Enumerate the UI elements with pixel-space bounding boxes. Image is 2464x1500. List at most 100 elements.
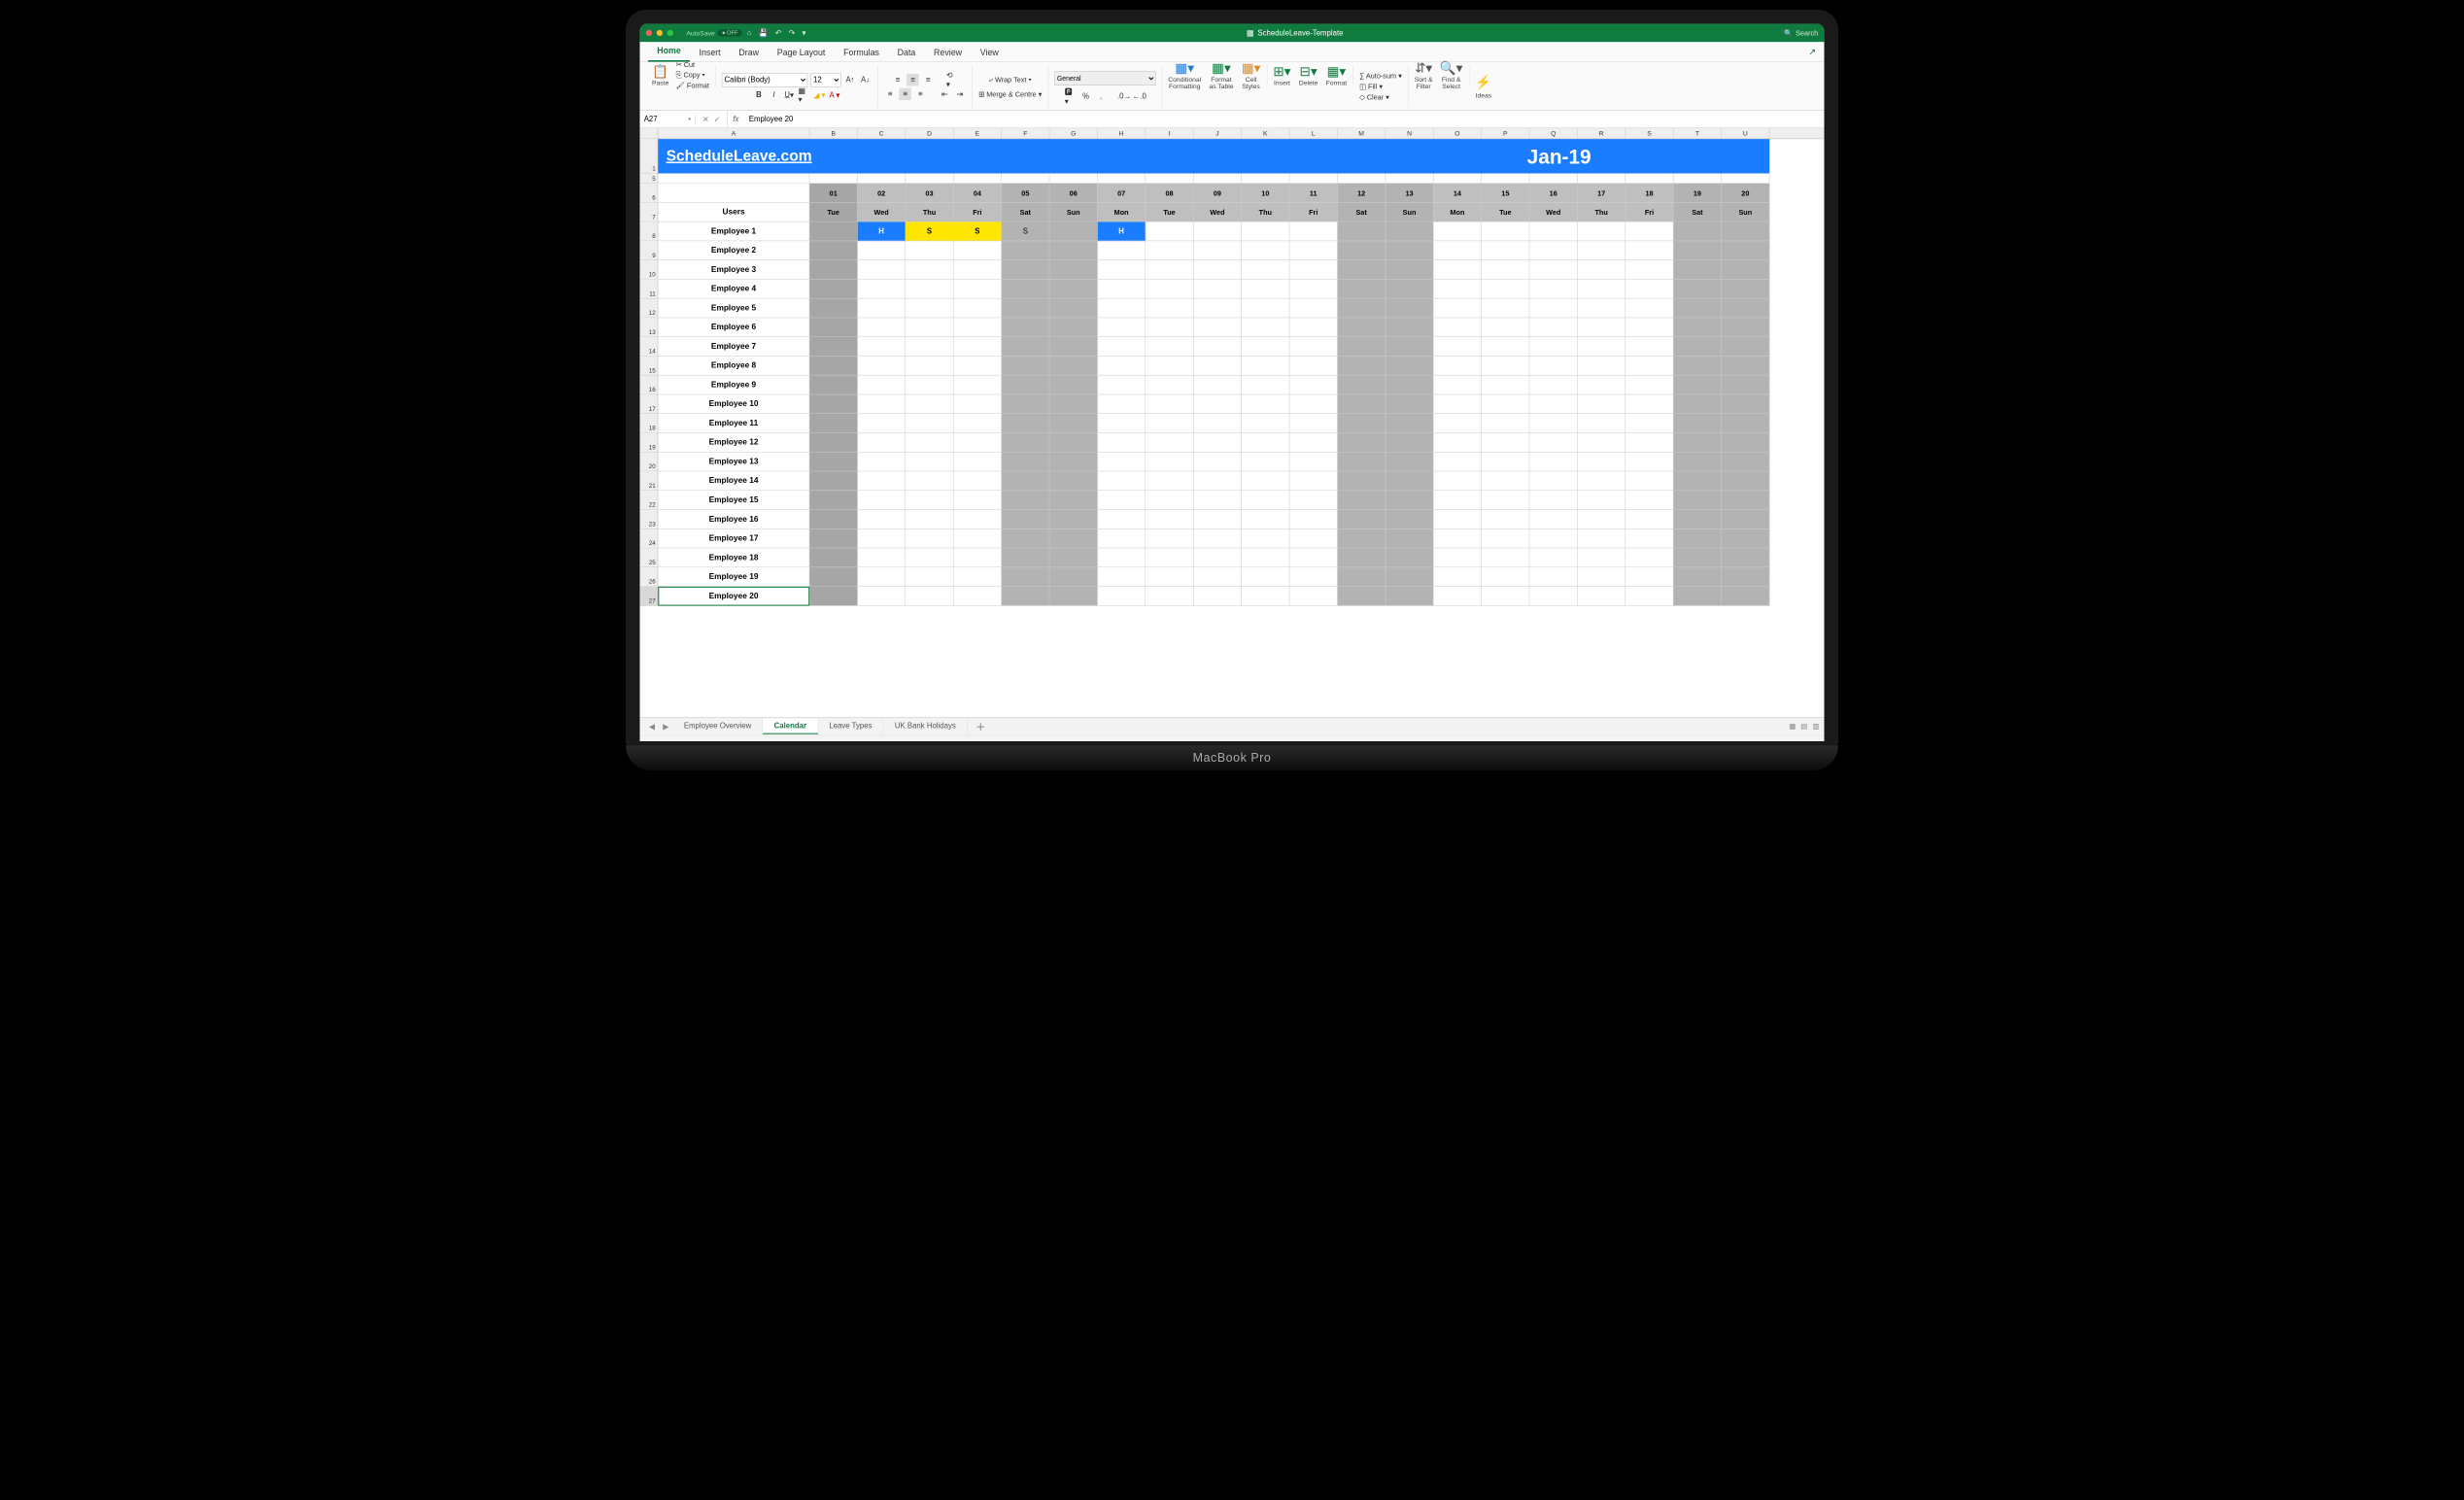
ribbon-tab-review[interactable]: Review (925, 44, 972, 62)
leave-cell[interactable] (1098, 414, 1146, 433)
leave-cell[interactable] (1482, 280, 1529, 299)
leave-cell[interactable] (809, 453, 857, 472)
leave-cell[interactable] (809, 414, 857, 433)
leave-cell[interactable] (1098, 318, 1146, 337)
column-header[interactable]: J (1193, 128, 1241, 139)
leave-cell[interactable] (1529, 280, 1577, 299)
column-header[interactable]: D (906, 128, 953, 139)
leave-cell[interactable] (1626, 241, 1673, 260)
clear-button[interactable]: ◇ Clear ▾ (1359, 93, 1389, 102)
leave-cell[interactable] (1002, 318, 1049, 337)
comma-icon[interactable]: , (1095, 90, 1107, 102)
fill-button[interactable]: ◫ Fill ▾ (1359, 83, 1383, 91)
leave-cell[interactable] (953, 318, 1001, 337)
column-header[interactable]: C (858, 128, 906, 139)
leave-cell[interactable] (809, 375, 857, 394)
row-header[interactable]: 26 (640, 567, 659, 587)
leave-cell[interactable] (1578, 280, 1626, 299)
fill-color-button[interactable]: ◢ ▾ (813, 88, 825, 100)
leave-cell[interactable] (953, 529, 1001, 549)
find-select-icon[interactable]: 🔍▾ (1440, 60, 1463, 76)
leave-cell[interactable] (1386, 222, 1433, 241)
column-header[interactable]: K (1242, 128, 1289, 139)
column-header[interactable]: T (1673, 128, 1721, 139)
leave-cell[interactable] (906, 510, 953, 529)
leave-cell[interactable] (1673, 375, 1721, 394)
ribbon-tab-home[interactable]: Home (648, 42, 690, 61)
align-middle-icon[interactable]: ≡ (907, 74, 918, 85)
employee-name-cell[interactable]: Employee 11 (658, 414, 809, 433)
leave-cell[interactable] (1386, 414, 1433, 433)
leave-cell[interactable] (1578, 471, 1626, 491)
leave-cell[interactable] (1433, 375, 1481, 394)
minimize-window-button[interactable] (657, 30, 663, 36)
leave-cell[interactable] (1242, 375, 1289, 394)
leave-cell[interactable] (1002, 453, 1049, 472)
leave-cell[interactable] (1002, 357, 1049, 376)
employee-name-cell[interactable]: Employee 1 (658, 222, 809, 241)
leave-cell[interactable] (1386, 337, 1433, 357)
sort-filter-icon[interactable]: ⇵▾ (1415, 60, 1433, 76)
leave-cell[interactable] (1002, 510, 1049, 529)
leave-cell[interactable] (906, 567, 953, 587)
font-size-select[interactable]: 12 (810, 73, 840, 87)
leave-cell[interactable] (1242, 337, 1289, 357)
leave-cell[interactable] (1146, 587, 1193, 606)
leave-cell[interactable] (1049, 471, 1097, 491)
leave-cell[interactable] (1386, 298, 1433, 318)
leave-cell[interactable] (1673, 241, 1721, 260)
leave-cell[interactable]: S (1002, 222, 1049, 241)
row-header[interactable]: 25 (640, 548, 659, 567)
leave-cell[interactable] (1529, 318, 1577, 337)
customize-icon[interactable]: ▾ (802, 28, 805, 37)
leave-cell[interactable] (1338, 453, 1386, 472)
leave-cell[interactable] (1193, 375, 1241, 394)
share-icon[interactable]: ↗ (1808, 47, 1816, 57)
leave-cell[interactable] (1338, 471, 1386, 491)
employee-name-cell[interactable]: Employee 7 (658, 337, 809, 357)
close-window-button[interactable] (646, 30, 652, 36)
leave-cell[interactable] (858, 453, 906, 472)
ribbon-tab-data[interactable]: Data (888, 44, 924, 62)
leave-cell[interactable] (1626, 587, 1673, 606)
leave-cell[interactable] (1242, 222, 1289, 241)
leave-cell[interactable] (906, 414, 953, 433)
leave-cell[interactable] (1529, 453, 1577, 472)
leave-cell[interactable] (809, 529, 857, 549)
leave-cell[interactable] (1338, 394, 1386, 414)
leave-cell[interactable] (1098, 510, 1146, 529)
leave-cell[interactable] (1722, 318, 1769, 337)
leave-cell[interactable] (906, 337, 953, 357)
leave-cell[interactable] (1722, 567, 1769, 587)
leave-cell[interactable] (1482, 567, 1529, 587)
leave-cell[interactable] (1193, 414, 1241, 433)
leave-cell[interactable] (1338, 318, 1386, 337)
leave-cell[interactable] (1722, 357, 1769, 376)
leave-cell[interactable] (1289, 375, 1337, 394)
leave-cell[interactable] (858, 414, 906, 433)
leave-cell[interactable] (1578, 510, 1626, 529)
leave-cell[interactable] (1002, 337, 1049, 357)
leave-cell[interactable] (1722, 394, 1769, 414)
sheet-tab[interactable]: Employee Overview (672, 719, 763, 734)
leave-cell[interactable] (906, 357, 953, 376)
format-painter-button[interactable]: 🖌 Format (676, 82, 709, 90)
leave-cell[interactable] (1338, 510, 1386, 529)
leave-cell[interactable] (1578, 394, 1626, 414)
leave-cell[interactable] (1289, 222, 1337, 241)
leave-cell[interactable] (1289, 433, 1337, 453)
column-header[interactable]: G (1049, 128, 1097, 139)
leave-cell[interactable] (1146, 222, 1193, 241)
leave-cell[interactable] (1242, 414, 1289, 433)
leave-cell[interactable] (1626, 510, 1673, 529)
align-bottom-icon[interactable]: ≡ (922, 74, 934, 85)
leave-cell[interactable] (1338, 260, 1386, 280)
leave-cell[interactable] (1722, 510, 1769, 529)
row-header[interactable]: 10 (640, 260, 659, 280)
leave-cell[interactable] (1673, 548, 1721, 567)
leave-cell[interactable] (858, 375, 906, 394)
increase-font-icon[interactable]: A↑ (844, 74, 856, 85)
leave-cell[interactable] (1098, 548, 1146, 567)
leave-cell[interactable] (1049, 414, 1097, 433)
employee-name-cell[interactable]: Employee 4 (658, 280, 809, 299)
